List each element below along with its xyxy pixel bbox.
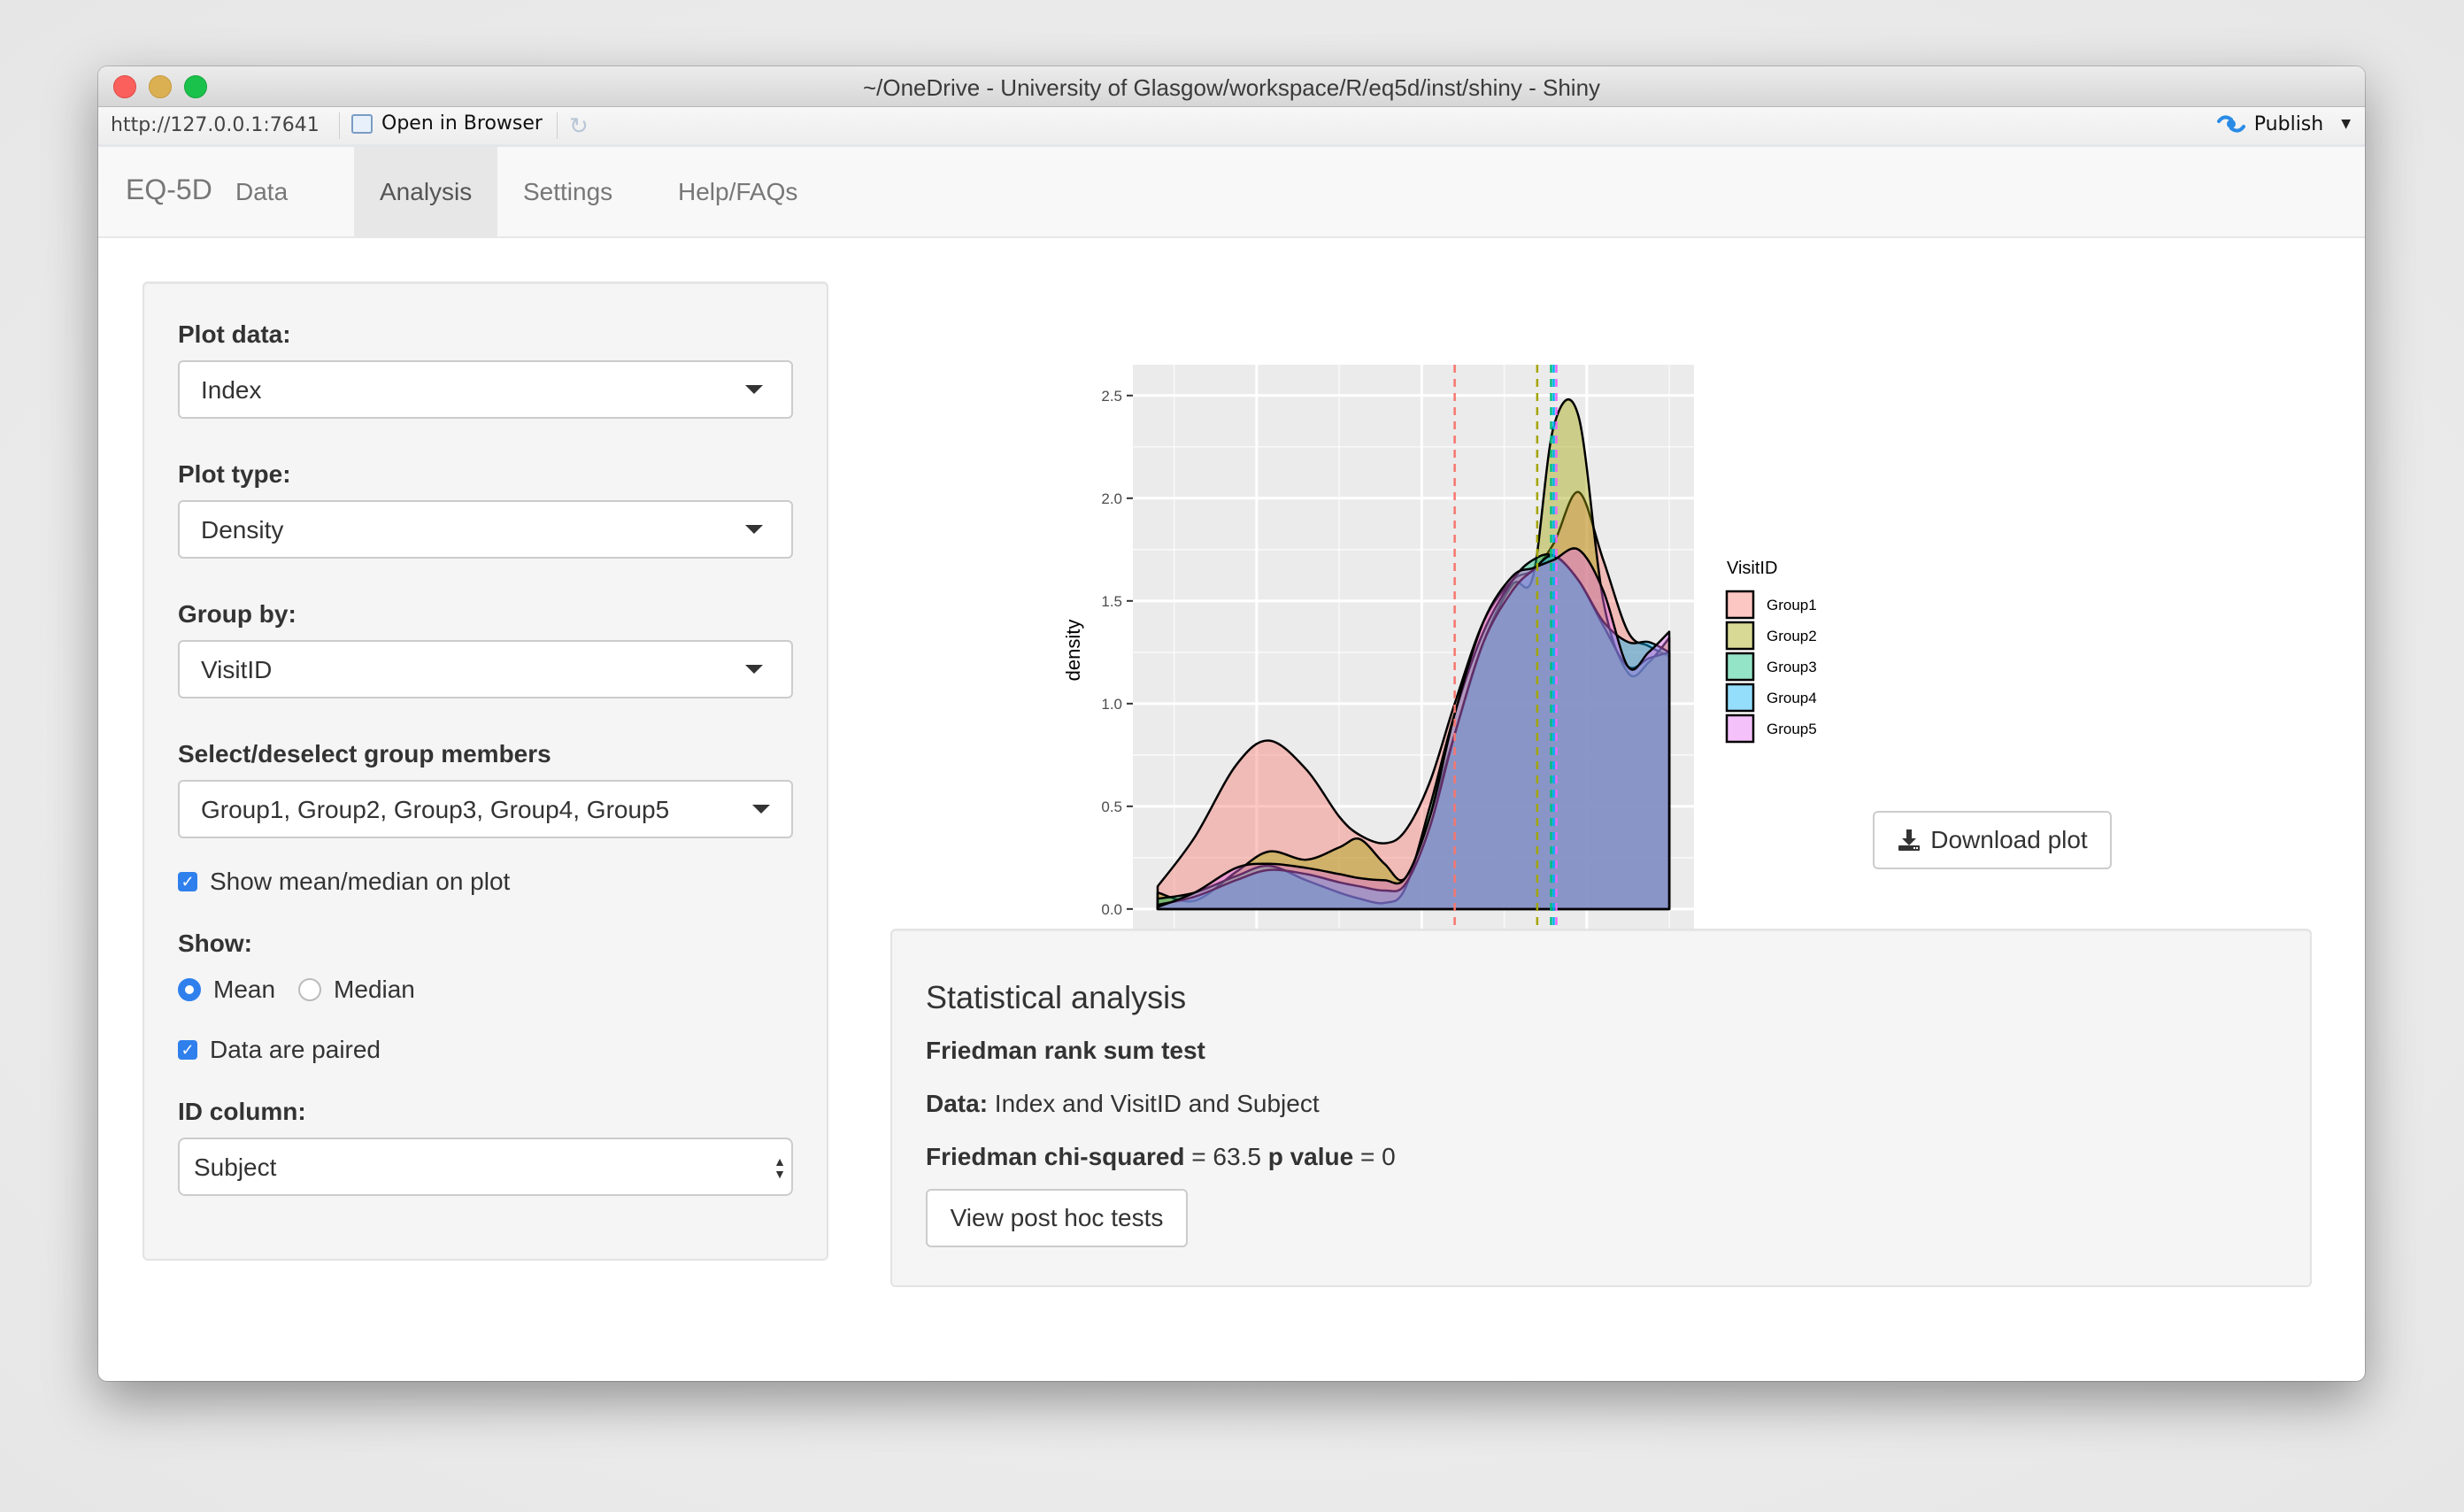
id-column-value: Subject bbox=[194, 1153, 277, 1181]
tab-data[interactable]: Data bbox=[210, 147, 313, 236]
group-members-select[interactable]: Group1, Group2, Group3, Group4, Group5 bbox=[178, 780, 793, 838]
legend-swatch-group1 bbox=[1725, 590, 1755, 620]
app-window: ~/OneDrive - University of Glasgow/works… bbox=[98, 66, 2365, 1381]
view-post-hoc-tests-button[interactable]: View post hoc tests bbox=[926, 1189, 1188, 1247]
open-in-browser-button[interactable]: Open in Browser bbox=[351, 112, 543, 135]
checkbox-checked-icon[interactable]: ✓ bbox=[178, 1040, 197, 1060]
data-line: Data: Index and VisitID and Subject bbox=[926, 1090, 1320, 1118]
stats-title: Statistical analysis bbox=[926, 979, 1187, 1015]
show-mean-median-label: Show mean/median on plot bbox=[210, 868, 511, 895]
title-bar: ~/OneDrive - University of Glasgow/works… bbox=[98, 66, 2365, 107]
plot-type-value: Density bbox=[201, 516, 284, 544]
y-tick-label: 2.0 bbox=[1101, 490, 1122, 507]
download-plot-button[interactable]: Download plot bbox=[1873, 811, 2112, 869]
publish-button[interactable]: Publish ▼ bbox=[2216, 112, 2351, 135]
plot-type-label: Plot type: bbox=[178, 460, 291, 488]
data-paired-checkbox[interactable]: ✓ Data are paired bbox=[178, 1036, 381, 1064]
sidebar-panel: Plot data: Index Plot type: Density Grou… bbox=[142, 282, 828, 1261]
tab-settings[interactable]: Settings bbox=[497, 147, 638, 236]
statistical-analysis-panel: Statistical analysis Friedman rank sum t… bbox=[890, 929, 2312, 1287]
group-by-label: Group by: bbox=[178, 600, 296, 628]
chevron-down-icon bbox=[745, 385, 763, 394]
chevron-down-icon[interactable]: ▼ bbox=[2341, 117, 2351, 131]
group-by-select[interactable]: VisitID bbox=[178, 640, 793, 698]
plot-type-select[interactable]: Density bbox=[178, 500, 793, 559]
legend-label-group3: Group3 bbox=[1767, 659, 1817, 675]
data-line-value: Index and VisitID and Subject bbox=[994, 1090, 1320, 1117]
y-tick-label: 0.0 bbox=[1101, 901, 1122, 918]
viewer-toolbar: http://127.0.0.1:7641 Open in Browser ↻ … bbox=[98, 107, 2365, 147]
result-line: Friedman chi-squared = 63.5 p value = 0 bbox=[926, 1143, 1396, 1171]
tab-analysis[interactable]: Analysis bbox=[354, 147, 498, 236]
y-tick-label: 1.5 bbox=[1101, 593, 1122, 610]
chevron-down-icon bbox=[745, 665, 763, 674]
show-radio-group: Mean Median bbox=[178, 976, 415, 1004]
publish-label: Publish bbox=[2253, 112, 2324, 135]
radio-mean[interactable] bbox=[178, 978, 201, 1001]
legend-swatch-group5 bbox=[1725, 714, 1755, 744]
id-column-label: ID column: bbox=[178, 1098, 306, 1125]
y-tick-label: 2.5 bbox=[1101, 388, 1122, 405]
y-axis: 0.0 0.5 1.0 1.5 2.0 2.5 bbox=[1101, 388, 1133, 918]
density-plot-svg: 0.00.51.01.52.02.5 0.00.40.8 Index densi… bbox=[1062, 365, 1817, 993]
radio-median[interactable] bbox=[298, 978, 322, 1001]
legend-swatch-group2 bbox=[1725, 621, 1755, 651]
statistic-value: = 63.5 bbox=[1191, 1143, 1261, 1170]
id-column-select[interactable]: Subject ▲ ▼ bbox=[178, 1138, 793, 1196]
show-mean-median-checkbox[interactable]: ✓ Show mean/median on plot bbox=[178, 868, 510, 896]
download-plot-label: Download plot bbox=[1930, 826, 2088, 853]
y-axis-label: density bbox=[1062, 620, 1084, 682]
group-members-value: Group1, Group2, Group3, Group4, Group5 bbox=[201, 796, 670, 823]
toolbar-divider bbox=[339, 112, 340, 139]
data-line-label: Data: bbox=[926, 1090, 989, 1117]
plot-data-label: Plot data: bbox=[178, 320, 291, 348]
density-plot: 0.00.51.01.52.02.5 0.00.40.8 Index densi… bbox=[1005, 282, 1890, 993]
chevron-down-icon bbox=[745, 525, 763, 534]
p-value-label: p value bbox=[1267, 1143, 1354, 1170]
download-icon bbox=[1898, 829, 1921, 851]
plot-data-value: Index bbox=[201, 376, 262, 404]
select-updown-icon: ▲ ▼ bbox=[774, 1154, 786, 1181]
app-brand[interactable]: EQ-5D bbox=[126, 174, 212, 206]
window-title: ~/OneDrive - University of Glasgow/works… bbox=[862, 74, 1601, 101]
legend-title: VisitID bbox=[1727, 559, 1777, 578]
radio-median-label[interactable]: Median bbox=[334, 976, 415, 1004]
test-name: Friedman rank sum test bbox=[926, 1037, 1205, 1064]
chevron-down-icon bbox=[752, 805, 770, 814]
refresh-icon[interactable]: ↻ bbox=[569, 114, 592, 137]
navbar: EQ-5D Data Analysis Settings Help/FAQs bbox=[98, 147, 2365, 238]
statistic-label: Friedman chi-squared bbox=[926, 1143, 1185, 1170]
open-in-browser-label: Open in Browser bbox=[381, 112, 543, 135]
radio-mean-label[interactable]: Mean bbox=[213, 976, 275, 1004]
y-tick-label: 0.5 bbox=[1101, 798, 1122, 815]
toolbar-divider bbox=[557, 112, 558, 139]
group-by-value: VisitID bbox=[201, 656, 273, 683]
publish-icon bbox=[2216, 112, 2245, 135]
legend-swatch-group3 bbox=[1725, 652, 1755, 682]
open-in-browser-icon bbox=[351, 113, 373, 134]
checkbox-checked-icon[interactable]: ✓ bbox=[178, 872, 197, 891]
p-value: = 0 bbox=[1359, 1143, 1396, 1170]
legend: VisitID Group1 Group2 Group3 Group4 Group5 bbox=[1725, 559, 1817, 744]
show-label: Show: bbox=[178, 930, 252, 957]
legend-label-group2: Group2 bbox=[1767, 628, 1817, 644]
legend-label-group1: Group1 bbox=[1767, 597, 1817, 613]
url-text[interactable]: http://127.0.0.1:7641 bbox=[111, 114, 320, 136]
plot-data-select[interactable]: Index bbox=[178, 360, 793, 419]
legend-label-group4: Group4 bbox=[1767, 690, 1817, 706]
legend-label-group5: Group5 bbox=[1767, 721, 1817, 737]
tab-help-faqs[interactable]: Help/FAQs bbox=[652, 147, 823, 236]
legend-swatch-group4 bbox=[1725, 683, 1755, 713]
group-members-label: Select/deselect group members bbox=[178, 740, 551, 768]
y-tick-label: 1.0 bbox=[1101, 696, 1122, 713]
data-paired-label: Data are paired bbox=[210, 1036, 381, 1063]
